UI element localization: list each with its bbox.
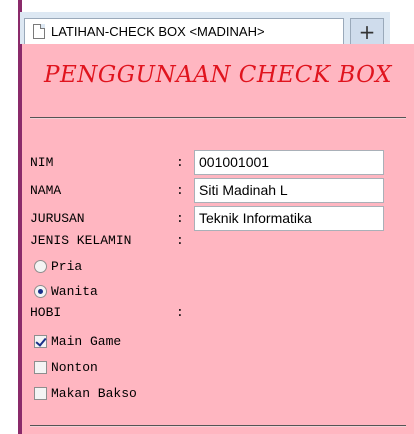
hobby-option-main-game[interactable]: Main Game	[34, 334, 121, 349]
radio-wanita-label: Wanita	[51, 284, 98, 299]
browser-tab-bar: LATIHAN-CHECK BOX <MADINAH> +	[20, 12, 390, 44]
gender-option-pria[interactable]: Pria	[34, 259, 82, 274]
hobi-label: HOBI	[30, 304, 62, 320]
nama-label: NAMA	[30, 182, 62, 198]
nama-colon: :	[176, 182, 184, 198]
radio-pria-label: Pria	[51, 259, 83, 274]
tab-title: LATIHAN-CHECK BOX <MADINAH>	[51, 24, 265, 39]
checkbox-main-game-label: Main Game	[51, 334, 122, 349]
divider-bottom	[30, 425, 406, 427]
checkbox-nonton[interactable]	[34, 361, 47, 374]
checkbox-makan-bakso-label: Makan Bakso	[51, 386, 137, 401]
hobi-row: HOBI :	[30, 300, 410, 324]
hobby-option-nonton[interactable]: Nonton	[34, 360, 98, 375]
nim-label: NIM	[30, 154, 54, 170]
radio-wanita[interactable]	[34, 285, 47, 298]
jurusan-label: JURUSAN	[30, 210, 85, 226]
page-icon	[33, 24, 45, 39]
page-title: PENGGUNAAN CHECK BOX	[44, 62, 392, 88]
page-content: PENGGUNAAN CHECK BOX NIM : 001001001 NAM…	[22, 44, 414, 434]
jenis-kelamin-row: JENIS KELAMIN :	[30, 228, 410, 252]
checkbox-main-game[interactable]	[34, 335, 47, 348]
jenis-kelamin-colon: :	[176, 232, 184, 248]
checkbox-makan-bakso[interactable]	[34, 387, 47, 400]
checkbox-nonton-label: Nonton	[51, 360, 98, 375]
hobi-colon: :	[176, 304, 184, 320]
nim-input[interactable]: 001001001	[194, 150, 384, 175]
radio-pria[interactable]	[34, 260, 47, 273]
gender-option-wanita[interactable]: Wanita	[34, 284, 98, 299]
nama-input[interactable]: Siti Madinah L	[194, 178, 384, 203]
divider-top	[30, 117, 406, 119]
new-tab-button[interactable]: +	[350, 18, 384, 44]
nim-colon: :	[176, 154, 184, 170]
hobby-option-makan-bakso[interactable]: Makan Bakso	[34, 386, 137, 401]
jenis-kelamin-label: JENIS KELAMIN	[30, 232, 132, 248]
jurusan-colon: :	[176, 210, 184, 226]
browser-tab[interactable]: LATIHAN-CHECK BOX <MADINAH>	[24, 18, 344, 44]
